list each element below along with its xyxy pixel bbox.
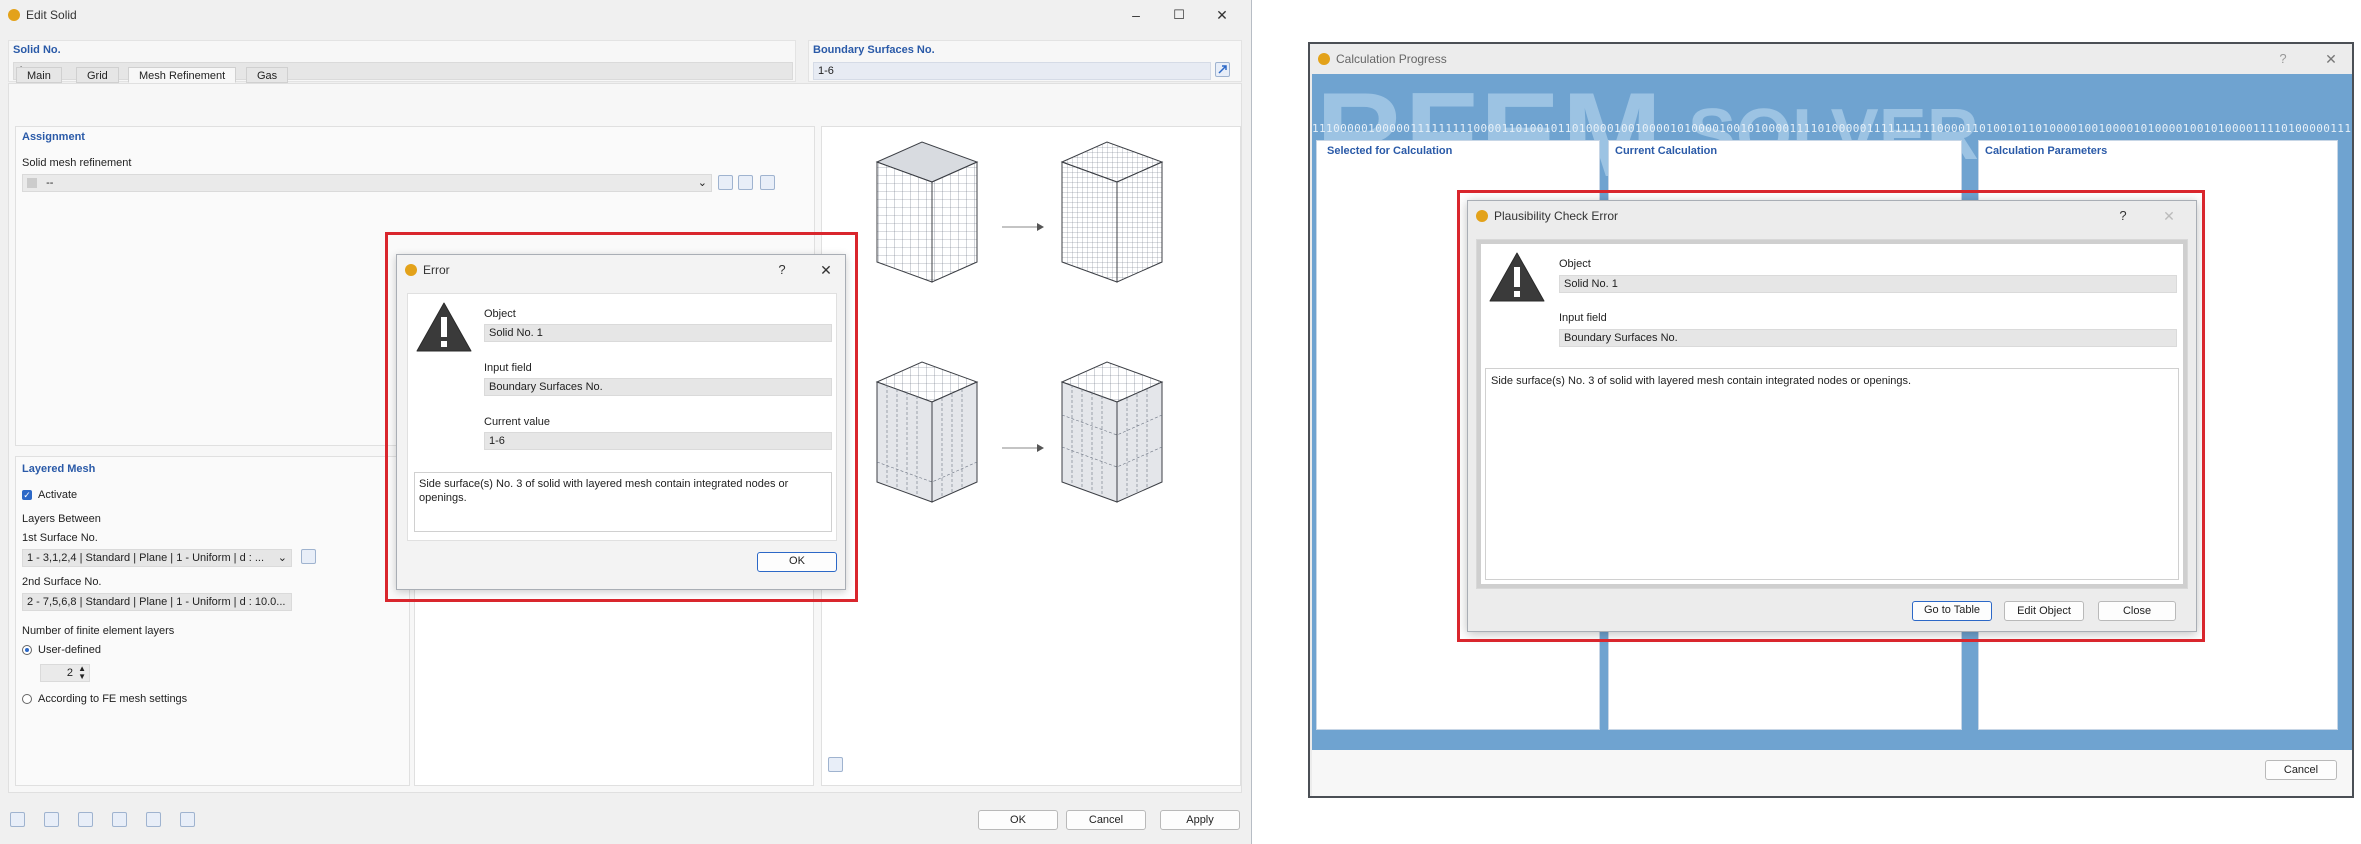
solid-mesh-refinement-select[interactable]: -- ⌄ xyxy=(22,174,712,192)
according-radio[interactable]: According to FE mesh settings xyxy=(22,693,187,705)
fe-layers-label: Number of finite element layers xyxy=(22,625,175,637)
edit-refinement-icon[interactable] xyxy=(738,175,753,190)
apply-button[interactable]: Apply xyxy=(1160,810,1240,830)
solid-no-label: Solid No. xyxy=(13,44,61,56)
calc-titlebar: Calculation Progress xyxy=(1310,44,2352,74)
solid-mesh-refinement-value: -- xyxy=(46,177,54,189)
help-icon[interactable]: ? xyxy=(2272,48,2294,70)
minimize-icon[interactable]: – xyxy=(1125,4,1147,26)
layered-mesh-label: Layered Mesh xyxy=(22,463,96,475)
second-surface-field[interactable]: 2 - 7,5,6,8 | Standard | Plane | 1 - Uni… xyxy=(22,593,292,611)
first-surface-value: 1 - 3,1,2,4 | Standard | Plane | 1 - Uni… xyxy=(27,552,265,564)
cube-fine xyxy=(1060,141,1164,283)
calc-cancel-button[interactable]: Cancel xyxy=(2265,760,2337,780)
col-current-header: Current Calculation xyxy=(1615,145,1718,157)
col-params-header: Calculation Parameters xyxy=(1985,145,2108,157)
calc-title: Calculation Progress xyxy=(1336,52,1447,66)
col-selected-header: Selected for Calculation xyxy=(1327,145,1453,157)
tab-mesh-refinement[interactable]: Mesh Refinement xyxy=(128,67,237,83)
plausibility-highlight-box xyxy=(1457,190,2205,642)
tab-grid[interactable]: Grid xyxy=(76,67,119,83)
pick-surface-icon[interactable] xyxy=(301,549,316,564)
edit-solid-titlebar: Edit Solid xyxy=(0,0,1251,30)
solid-mesh-refinement-label: Solid mesh refinement xyxy=(22,157,132,169)
according-label: According to FE mesh settings xyxy=(38,693,188,705)
delete-refinement-icon[interactable] xyxy=(760,175,775,190)
first-surface-label: 1st Surface No. xyxy=(22,532,98,544)
cube-layered xyxy=(875,361,979,503)
illustration-options-icon[interactable] xyxy=(828,757,843,772)
function-icon[interactable] xyxy=(180,812,195,827)
pick-surfaces-icon[interactable] xyxy=(1215,62,1230,77)
new-refinement-icon[interactable] xyxy=(718,175,733,190)
activate-checkbox[interactable]: ✓ Activate xyxy=(22,489,77,501)
app-icon xyxy=(8,9,20,21)
window-title: Edit Solid xyxy=(26,8,77,22)
layered-mesh-panel: Layered Mesh ✓ Activate Layers Between 1… xyxy=(15,456,410,786)
mesh-cubes-illustration xyxy=(875,141,1164,503)
activate-label: Activate xyxy=(38,489,78,501)
chevron-down-icon[interactable]: ⌄ xyxy=(278,550,287,566)
cube-layered-fine xyxy=(1060,361,1164,503)
assignment-label: Assignment xyxy=(22,131,85,143)
banner-binary-row: 1110000010000011111111100001101001011010… xyxy=(1312,122,2352,135)
maximize-icon[interactable]: ☐ xyxy=(1168,4,1190,26)
layers-count-stepper[interactable]: 2 ▲ ▼ xyxy=(40,664,90,682)
calc-footer xyxy=(1312,750,2352,796)
checkmark-icon[interactable]: ✓ xyxy=(22,490,32,500)
first-surface-select[interactable]: 1 - 3,1,2,4 | Standard | Plane | 1 - Uni… xyxy=(22,549,292,567)
user-defined-radio[interactable]: User-defined xyxy=(22,644,101,656)
tab-main[interactable]: Main xyxy=(16,67,62,83)
units-icon[interactable] xyxy=(44,812,59,827)
view-icon[interactable] xyxy=(112,812,127,827)
boundary-surfaces-label: Boundary Surfaces No. xyxy=(813,44,935,56)
chevron-down-icon[interactable]: ⌄ xyxy=(698,175,707,191)
color-swatch xyxy=(27,178,37,189)
illustration-panel xyxy=(821,126,1241,786)
second-surface-label: 2nd Surface No. xyxy=(22,576,102,588)
tab-gas[interactable]: Gas xyxy=(246,67,289,83)
cancel-button[interactable]: Cancel xyxy=(1066,810,1146,830)
boundary-surfaces-group: Boundary Surfaces No. 1-6 xyxy=(808,40,1242,82)
layers-count-value: 2 xyxy=(66,667,73,679)
list-icon[interactable] xyxy=(78,812,93,827)
select-icon[interactable] xyxy=(146,812,161,827)
ok-button[interactable]: OK xyxy=(978,810,1058,830)
radio-on-icon[interactable] xyxy=(22,645,32,655)
error-highlight-box xyxy=(385,232,858,602)
boundary-surfaces-field[interactable]: 1-6 xyxy=(813,62,1211,80)
stepper-arrows-icon[interactable]: ▲ ▼ xyxy=(78,665,86,681)
close-icon[interactable]: ✕ xyxy=(2320,48,2342,70)
solid-no-group: Solid No. 1 xyxy=(8,40,796,82)
user-defined-label: User-defined xyxy=(38,644,101,656)
cube-coarse xyxy=(875,141,979,283)
layers-between-label: Layers Between xyxy=(22,513,101,525)
search-icon[interactable] xyxy=(10,812,25,827)
radio-off-icon[interactable] xyxy=(22,694,32,704)
app-icon xyxy=(1318,53,1330,65)
close-icon[interactable]: ✕ xyxy=(1211,4,1233,26)
